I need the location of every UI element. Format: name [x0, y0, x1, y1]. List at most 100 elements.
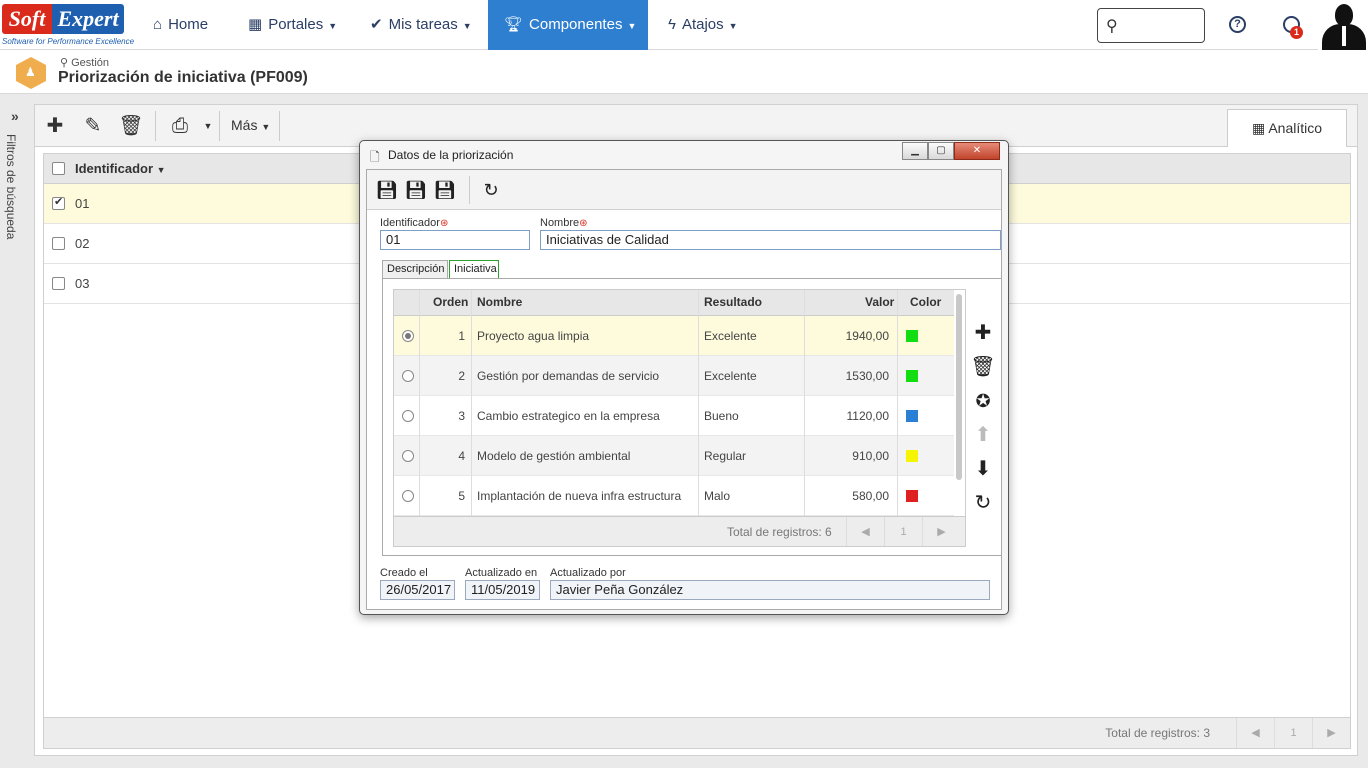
refresh-iniciativa-button[interactable]: ↻	[969, 489, 997, 517]
nav-componentes[interactable]: 🏆︎ Componentes ▼	[488, 0, 648, 50]
search-input[interactable]: ⚲	[1097, 8, 1205, 43]
row-resultado: Excelente	[704, 329, 757, 343]
toolbar-divider	[219, 111, 220, 141]
prev-page-button[interactable]: ◀	[1236, 718, 1274, 748]
trophy-icon: 🏆︎	[504, 16, 524, 33]
next-page-button[interactable]: ▶	[1312, 718, 1350, 748]
row-radio[interactable]	[402, 490, 414, 502]
column-header-valor[interactable]: Valor	[865, 295, 894, 309]
trash-icon: 🗑︎	[118, 115, 144, 137]
nombre-field[interactable]: Iniciativas de Calidad	[540, 230, 1001, 250]
more-menu-button[interactable]: Más ▼	[225, 105, 276, 147]
search-filters-toggle[interactable]: » Filtros de búsqueda	[0, 104, 34, 754]
nav-atajos[interactable]: ϟ Atajos ▼	[668, 0, 738, 50]
grid-table-icon: ▦	[1251, 120, 1266, 136]
row-radio[interactable]	[402, 450, 414, 462]
color-swatch	[906, 330, 918, 342]
column-divider	[698, 290, 699, 516]
nav-home[interactable]: ⌂ Home	[153, 0, 208, 50]
toolbar-divider	[155, 111, 156, 141]
row-orden: 5	[458, 489, 465, 503]
row-orden: 4	[458, 449, 465, 463]
delete-iniciativa-button[interactable]: 🗑︎	[969, 353, 997, 381]
row-checkbox[interactable]	[52, 277, 65, 290]
column-header-color[interactable]: Color	[910, 295, 941, 309]
column-header-orden[interactable]: Orden	[433, 295, 468, 309]
row-orden: 1	[458, 329, 465, 343]
required-icon: ⊛	[439, 218, 449, 229]
select-all-checkbox[interactable]	[52, 162, 65, 175]
row-nombre: Implantación de nueva infra estructura	[477, 489, 682, 503]
checkmark-icon: ✔	[370, 16, 383, 33]
plus-icon: ✚	[46, 115, 64, 137]
tab-analitico[interactable]: ▦ Analítico	[1227, 109, 1347, 147]
color-swatch	[906, 490, 918, 502]
column-header-resultado[interactable]: Resultado	[704, 295, 762, 309]
page-header: ♟ ⚲ Gestión Priorización de iniciativa (…	[0, 50, 1368, 94]
add-iniciativa-button[interactable]: ✚	[969, 319, 997, 347]
tab-iniciativa[interactable]: Iniciativa	[449, 260, 499, 279]
softexpert-logo[interactable]: Soft Expert Software for Performance Exc…	[0, 0, 134, 50]
caret-down-icon: ▼	[203, 121, 213, 131]
printer-icon: ⎙	[172, 115, 188, 137]
table-row[interactable]: 3 Cambio estrategico en la empresa Bueno…	[394, 396, 954, 436]
nav-portales[interactable]: ▦ Portales ▼	[248, 0, 337, 50]
plus-icon: ✚	[974, 322, 992, 344]
row-nombre: Modelo de gestión ambiental	[477, 449, 631, 463]
award-ribbon-icon: ✪	[975, 391, 991, 411]
created-date-field: 26/05/2017	[380, 580, 455, 600]
row-resultado: Bueno	[704, 409, 739, 423]
color-swatch	[906, 450, 918, 462]
avatar[interactable]	[1318, 0, 1368, 50]
save-and-new-button[interactable]: 💾︎	[373, 176, 401, 204]
award-button[interactable]: ✪	[969, 387, 997, 415]
prev-page-button[interactable]: ◀	[846, 517, 884, 546]
next-page-button[interactable]: ▶	[922, 517, 960, 546]
move-down-button[interactable]: ⬇	[969, 455, 997, 483]
updated-by-field: Javier Peña González	[550, 580, 990, 600]
vertical-scrollbar[interactable]	[956, 294, 962, 480]
column-divider	[471, 290, 472, 516]
row-resultado: Malo	[704, 489, 731, 503]
close-button[interactable]: ✕	[954, 142, 1000, 160]
row-radio[interactable]	[402, 410, 414, 422]
caret-down-icon: ▼	[627, 21, 637, 31]
page-number: 1	[884, 517, 922, 546]
delete-button[interactable]: 🗑︎	[111, 105, 151, 147]
row-valor: 580,00	[852, 489, 889, 503]
add-button[interactable]: ✚	[35, 105, 75, 147]
table-row[interactable]: 1 Proyecto agua limpia Excelente 1940,00	[394, 316, 954, 356]
column-header-identificador[interactable]: Identificador ▼	[75, 161, 166, 176]
save-and-close-button[interactable]: 💾︎	[431, 176, 459, 204]
minimize-button[interactable]: ▁	[902, 142, 928, 160]
dialog-body: 💾︎ 💾︎ 💾︎ ↻ Identificador⊛ 01 Nombre⊛ Ini…	[366, 169, 1002, 610]
maximize-button[interactable]: ▢	[928, 142, 954, 160]
triangle-left-icon: ◀	[861, 526, 870, 538]
nav-mis-tareas[interactable]: ✔ Mis tareas ▼	[370, 0, 472, 50]
triangle-left-icon: ◀	[1251, 727, 1260, 739]
help-icon[interactable]: ?	[1229, 16, 1246, 33]
edit-button[interactable]: ✎	[73, 105, 113, 147]
row-checkbox[interactable]	[52, 237, 65, 250]
created-label: Creado el	[380, 567, 428, 579]
tab-descripcion[interactable]: Descripción	[382, 260, 448, 278]
updated-date-field: 11/05/2019	[465, 580, 540, 600]
breadcrumb[interactable]: ⚲ Gestión	[60, 56, 109, 69]
table-row[interactable]: 2 Gestión por demandas de servicio Excel…	[394, 356, 954, 396]
column-header-nombre[interactable]: Nombre	[477, 295, 522, 309]
nav-mis-tareas-label: Mis tareas	[388, 16, 458, 33]
table-row[interactable]: 4 Modelo de gestión ambiental Regular 91…	[394, 436, 954, 476]
row-radio[interactable]	[402, 330, 414, 342]
arrow-down-circle-icon: ⬇	[974, 458, 992, 480]
identificador-label-text: Identificador	[380, 217, 440, 229]
column-divider	[897, 290, 898, 516]
move-up-button[interactable]: ⬆	[969, 421, 997, 449]
refresh-button[interactable]: ↻	[477, 176, 505, 204]
identificador-field[interactable]: 01	[380, 230, 530, 250]
save-button[interactable]: 💾︎	[402, 176, 430, 204]
iniciativa-grid-footer: Total de registros: 6 ◀ 1 ▶	[394, 516, 965, 546]
row-checkbox[interactable]	[52, 195, 65, 210]
row-radio[interactable]	[402, 370, 414, 382]
dialog-titlebar[interactable]: 🗋 Datos de la priorización ▁ ▢ ✕	[360, 141, 1008, 169]
table-row[interactable]: 5 Implantación de nueva infra estructura…	[394, 476, 954, 516]
